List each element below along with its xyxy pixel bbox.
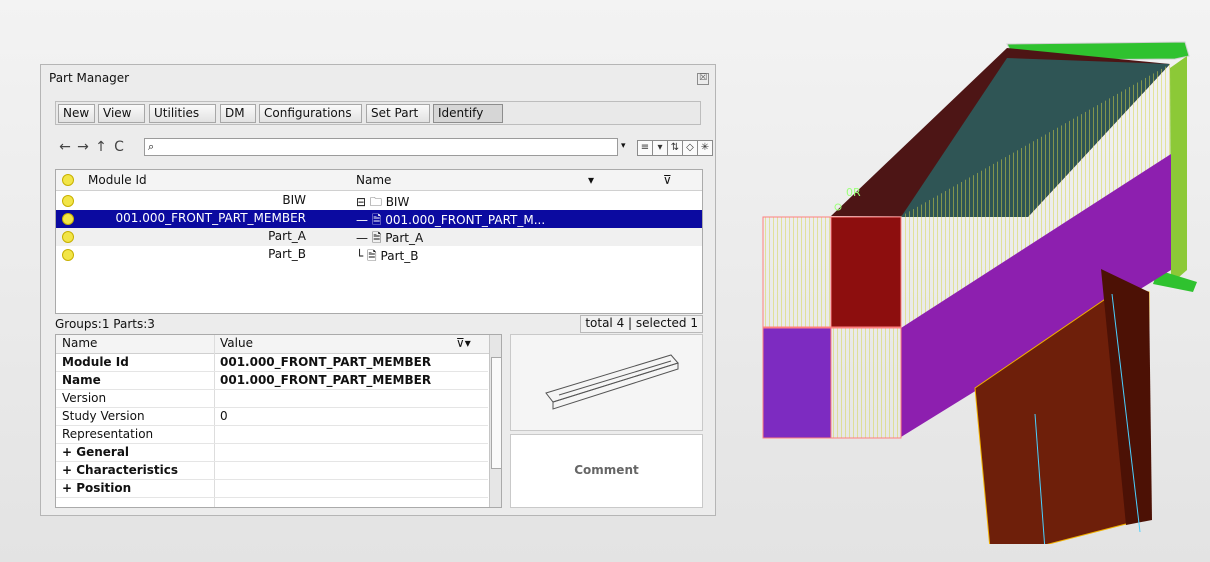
front-bottom-left [762, 327, 832, 439]
star-icon[interactable]: ✳ [697, 140, 713, 156]
front-top-right [830, 216, 902, 328]
file-icon: — 🗎 [356, 231, 386, 245]
property-row[interactable]: Version [56, 390, 488, 408]
expand-icon[interactable]: + [62, 481, 72, 495]
tree-status-bar: Groups:1 Parts:3 total 4 | selected 1 [55, 315, 703, 333]
tree-row[interactable]: BIW ⊟ 🗀 BIW [56, 192, 702, 210]
comment-label: Comment [574, 463, 639, 477]
tree-row[interactable]: Part_B └ 🗎 Part_B [56, 246, 702, 264]
properties-scrollbar[interactable] [489, 335, 501, 507]
utilities-menu-button[interactable]: Utilities [149, 104, 216, 123]
close-icon[interactable]: ☒ [697, 73, 709, 85]
filter-icon[interactable]: ⊽ [663, 173, 672, 187]
property-row[interactable]: Name 001.000_FRONT_PART_MEMBER [56, 372, 488, 390]
module-id: Part_A [268, 229, 306, 243]
property-name-header[interactable]: Name [56, 336, 222, 350]
name-cell: └ 🗎 Part_B [356, 247, 418, 268]
configurations-menu-button[interactable]: Configurations [259, 104, 362, 123]
expand-icon[interactable]: + [62, 445, 72, 459]
name-label: Part_A [385, 231, 424, 245]
name-header[interactable]: Name [356, 173, 391, 187]
part-manager-window: Part Manager ☒ New View Utilities DM Con… [40, 64, 716, 516]
module-id: Part_B [268, 247, 306, 261]
back-icon[interactable]: ← [57, 138, 73, 156]
dm-menu-button[interactable]: DM [220, 104, 256, 123]
window-titlebar: Part Manager ☒ [41, 65, 715, 91]
name-label: BIW [385, 195, 410, 209]
up-icon[interactable]: ↑ [93, 138, 109, 156]
dropdown-icon[interactable]: ▾ [652, 140, 668, 156]
property-name: Version [62, 391, 107, 405]
property-label: General [76, 445, 130, 459]
front-bottom-right [830, 327, 902, 439]
property-row[interactable]: + General [56, 444, 488, 462]
status-right: total 4 | selected 1 [580, 315, 703, 333]
property-name: + Characteristics [56, 463, 222, 477]
properties-table: Name Value ⊽▾ Module Id 001.000_FRONT_PA… [55, 334, 502, 508]
property-row[interactable]: Module Id 001.000_FRONT_PART_MEMBER [56, 354, 488, 372]
forward-icon[interactable]: → [75, 138, 91, 156]
property-value: 001.000_FRONT_PART_MEMBER [220, 355, 432, 369]
identify-button[interactable]: Identify [433, 104, 503, 123]
property-name: + General [56, 445, 222, 459]
folder-icon: ⊟ 🗀 [356, 195, 386, 209]
parts-tree-table: Module Id Name ▾ ⊽ BIW ⊟ 🗀 BIW 001.000_F… [55, 169, 703, 314]
property-value-header[interactable]: Value [220, 336, 253, 350]
name-label: 001.000_FRONT_PART_M... [385, 213, 546, 227]
property-label: Position [76, 481, 132, 495]
sort-icon[interactable]: ⇅ [667, 140, 683, 156]
name-header-dropdown-icon[interactable]: ▾ [588, 173, 594, 187]
expand-icon[interactable]: + [62, 463, 72, 477]
property-label: Characteristics [76, 463, 178, 477]
tree-header: Module Id Name ▾ ⊽ [56, 170, 702, 191]
tree-row-selected[interactable]: 001.000_FRONT_PART_MEMBER — 🗎 001.000_FR… [56, 210, 702, 228]
property-value: 001.000_FRONT_PART_MEMBER [220, 373, 432, 387]
status-left: Groups:1 Parts:3 [55, 317, 155, 331]
property-name: Name [62, 373, 101, 387]
properties-header: Name Value ⊽▾ [56, 335, 501, 354]
erase-icon[interactable]: ◇ [682, 140, 698, 156]
property-name: Representation [62, 427, 154, 441]
comment-box[interactable]: Comment [510, 434, 703, 508]
search-input[interactable]: ⌕ [144, 138, 618, 156]
property-row[interactable]: + Characteristics [56, 462, 488, 480]
part-preview [510, 334, 703, 431]
part-preview-icon [545, 354, 679, 410]
view-menu-button[interactable]: View [98, 104, 145, 123]
node-marker [834, 203, 842, 211]
property-row[interactable]: + Position [56, 480, 488, 498]
file-icon: — 🗎 [356, 213, 386, 227]
refresh-icon[interactable]: C [111, 138, 127, 156]
search-icon: ⌕ [148, 140, 155, 153]
new-menu-button[interactable]: New [58, 104, 95, 123]
property-row[interactable]: Study Version 0 [56, 408, 488, 426]
right-green-face [1170, 56, 1187, 284]
property-name: Study Version [62, 409, 145, 423]
file-icon: └ 🗎 [356, 249, 381, 263]
3d-viewport[interactable]: 0R [745, 34, 1210, 544]
window-title: Part Manager [49, 71, 130, 85]
front-top-left [762, 216, 832, 328]
filter-icon[interactable]: ⊽▾ [456, 336, 471, 350]
name-label: Part_B [380, 249, 419, 263]
list-icon[interactable]: ≡ [637, 140, 653, 156]
scroll-thumb[interactable] [491, 357, 501, 469]
set-part-button[interactable]: Set Part [366, 104, 430, 123]
node-label: 0R [846, 186, 861, 199]
tree-row[interactable]: Part_A — 🗎 Part_A [56, 228, 702, 246]
module-id-header[interactable]: Module Id [88, 173, 147, 187]
bulb-icon [62, 174, 74, 186]
property-name: + Position [56, 481, 222, 495]
property-row[interactable]: Representation [56, 426, 488, 444]
module-id: 001.000_FRONT_PART_MEMBER [115, 211, 306, 225]
module-id: BIW [282, 193, 306, 207]
search-dropdown-icon[interactable]: ▾ [621, 141, 626, 151]
property-name: Module Id [62, 355, 129, 369]
menu-bar: New View Utilities DM Configurations Set… [55, 101, 701, 125]
property-value: 0 [220, 409, 228, 423]
